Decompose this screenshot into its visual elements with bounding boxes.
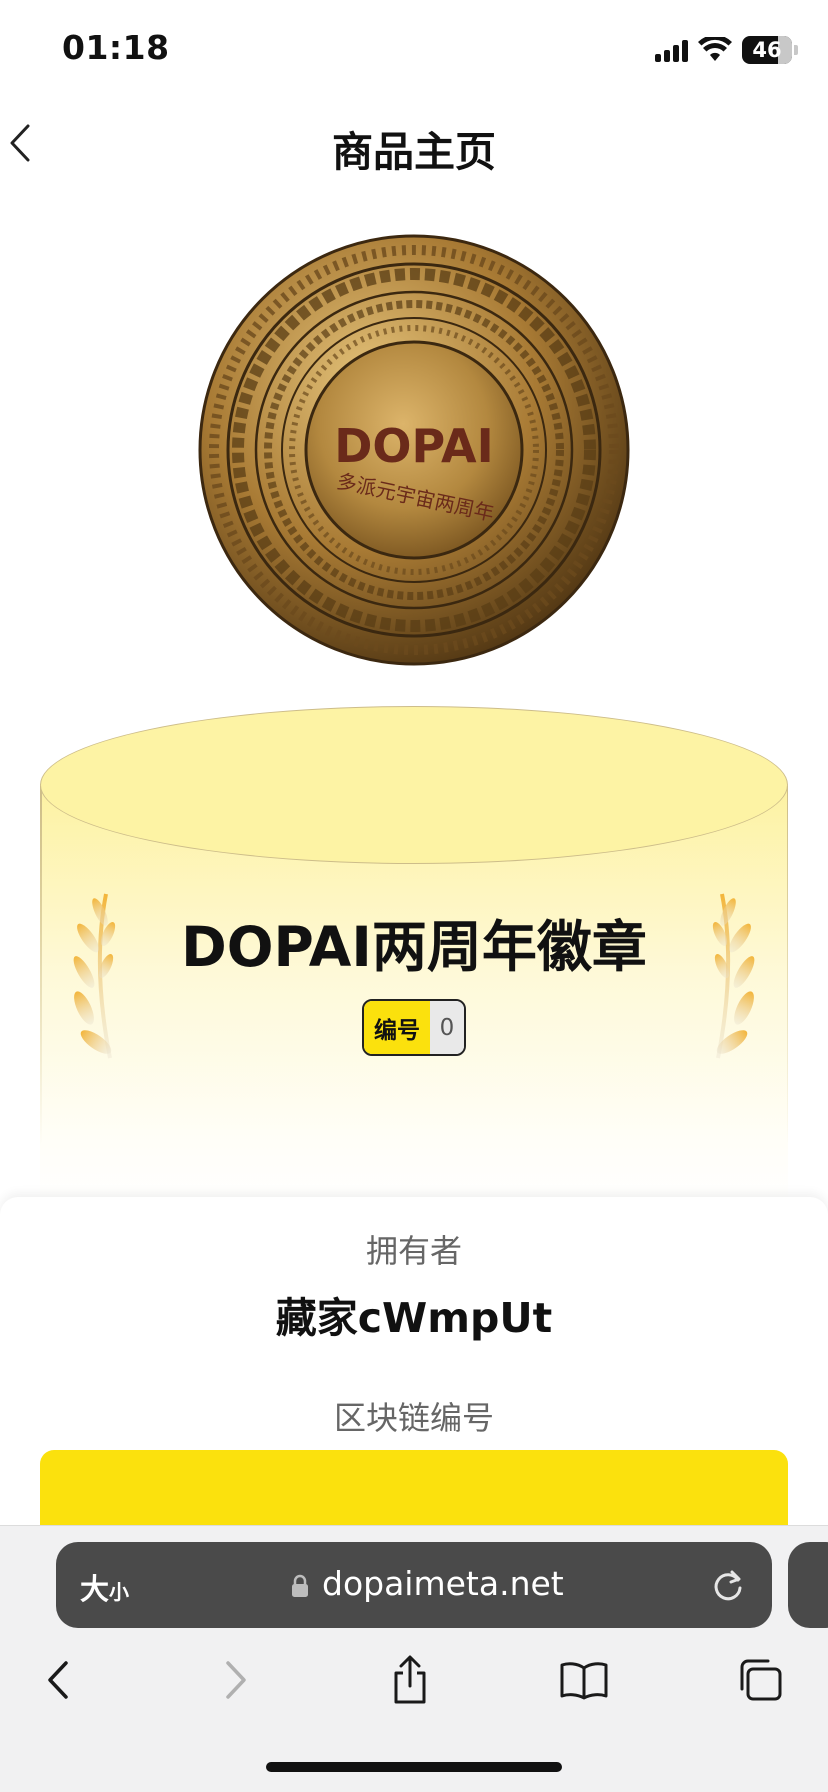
status-bar: 01:18 46	[0, 0, 828, 100]
chevron-right-icon	[226, 1661, 246, 1699]
serial-label: 编号	[364, 1001, 430, 1054]
owner-label: 拥有者	[365, 1232, 462, 1270]
home-indicator	[266, 1762, 562, 1772]
coin-brand-text: DOPAI	[334, 419, 494, 473]
battery-icon: 46	[742, 36, 792, 64]
cellular-signal-icon	[655, 38, 688, 62]
text-size-small: 小	[109, 1580, 130, 1604]
text-size-button[interactable]: 大小	[80, 1566, 129, 1608]
next-tab-peek[interactable]	[788, 1542, 828, 1628]
wifi-icon	[698, 37, 732, 61]
status-icons: 46	[655, 32, 798, 68]
battery-cap	[794, 45, 798, 55]
share-button[interactable]	[380, 1650, 440, 1710]
owner-name: 藏家cWmpUt	[275, 1294, 553, 1342]
serial-value: 0	[430, 1001, 464, 1054]
reload-icon[interactable]	[710, 1568, 746, 1604]
browser-back-button[interactable]	[28, 1650, 88, 1710]
browser-forward-button[interactable]	[206, 1650, 266, 1710]
tabs-icon	[740, 1659, 782, 1701]
tabs-button[interactable]	[730, 1650, 790, 1710]
page-title: 商品主页	[332, 128, 496, 176]
podium-top	[40, 706, 788, 864]
lock-icon	[292, 1574, 308, 1597]
product-name: DOPAI两周年徽章	[181, 915, 647, 979]
url-text[interactable]: dopaimeta.net	[322, 1564, 564, 1603]
badge-coin-image: DOPAI 多派元宇宙两周年	[196, 232, 632, 668]
share-icon	[394, 1655, 426, 1704]
status-time: 01:18	[62, 28, 170, 67]
chevron-left-icon	[48, 1661, 68, 1699]
battery-percent: 46	[752, 38, 782, 62]
serial-badge: 编号 0	[362, 999, 466, 1056]
chain-id-label: 区块链编号	[333, 1399, 494, 1437]
text-size-big: 大	[80, 1572, 110, 1606]
book-icon	[560, 1662, 608, 1700]
bookmarks-button[interactable]	[554, 1650, 614, 1710]
